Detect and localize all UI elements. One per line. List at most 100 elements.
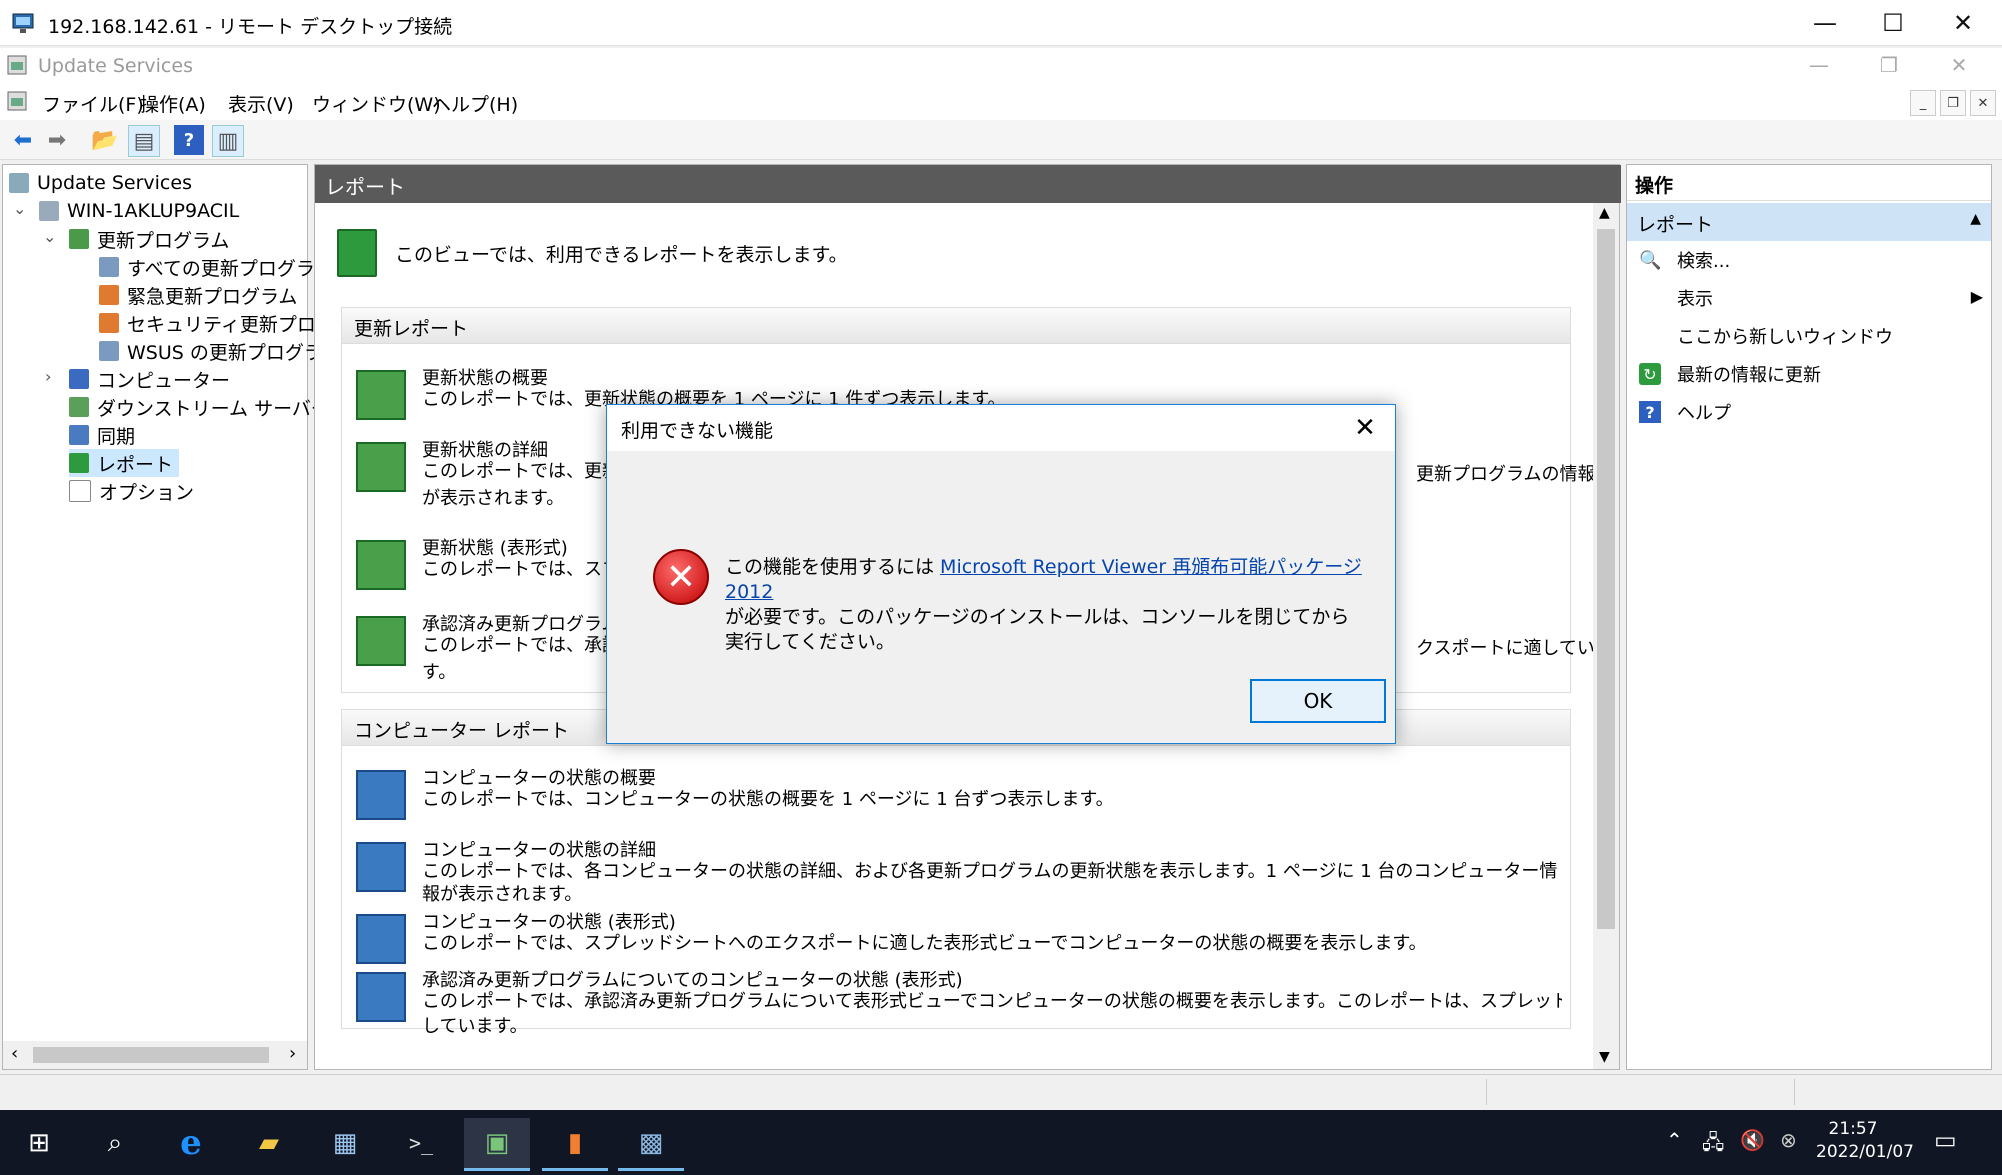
start-windows-icon[interactable]: ⊞ (6, 1118, 72, 1168)
wsus-console-icon[interactable]: ▣ (464, 1118, 530, 1171)
console-icon (7, 91, 27, 111)
child-restore-button[interactable]: ❐ (1940, 90, 1966, 116)
tree-item-options[interactable]: オプション (69, 477, 194, 505)
report-title[interactable]: 更新状態の詳細 (422, 436, 548, 462)
back-arrow-icon[interactable]: ⬅ (8, 125, 38, 155)
collapse-up-icon[interactable]: ▲ (1970, 211, 1981, 227)
status-divider (1486, 1079, 1487, 1105)
results-vertical-scrollbar[interactable]: ▲ ▼ (1593, 203, 1619, 1069)
chevron-right-icon[interactable]: › (45, 367, 51, 386)
unavailable-feature-dialog: 利用できない機能 ✕ ✕ この機能を使用するには Microsoft Repor… (606, 404, 1396, 744)
actions-group-reports[interactable]: レポート ▲ (1627, 203, 1991, 241)
scroll-left-icon[interactable]: ‹ (11, 1043, 18, 1064)
report-computer-approved-tabular[interactable]: 承認済み更新プログラムについてのコンピューターの状態 (表形式) このレポートで… (356, 966, 1566, 1037)
error-notification-icon[interactable]: ⊗ (1780, 1128, 1797, 1152)
help-icon[interactable]: ? (174, 125, 204, 155)
tree-item-update-services[interactable]: Update Services (9, 169, 192, 197)
status-divider (1794, 1079, 1795, 1105)
tree-item-all-updates[interactable]: すべての更新プログラム (99, 253, 333, 281)
tree-item-critical-updates[interactable]: 緊急更新プログラム (99, 281, 297, 309)
report-title[interactable]: コンピューターの状態の詳細 (422, 836, 656, 862)
forward-arrow-icon[interactable]: ➡ (42, 125, 72, 155)
report-description-tail: 更新プログラムの情報 (1416, 464, 1596, 485)
internet-explorer-icon[interactable]: e (158, 1118, 224, 1168)
mmc-title: Update Services (38, 55, 193, 77)
scroll-up-icon[interactable]: ▲ (1599, 205, 1610, 221)
file-explorer-icon[interactable]: ▰ (236, 1118, 302, 1168)
update-services-icon (9, 173, 29, 193)
show-hidden-icons-icon[interactable]: ⌃ (1666, 1128, 1683, 1152)
submenu-arrow-icon: ▶ (1970, 287, 1983, 306)
computers-icon (69, 369, 89, 389)
clock[interactable]: 21:57 2022/01/07 (1816, 1118, 1914, 1164)
scroll-thumb[interactable] (33, 1047, 269, 1063)
action-find[interactable]: 🔍 検索... (1627, 243, 1991, 277)
chevron-down-icon[interactable]: ⌄ (43, 227, 56, 246)
menu-file[interactable]: ファイル(F) (42, 90, 144, 117)
remote-desktop-taskbar-icon[interactable]: ▩ (618, 1118, 684, 1171)
tree-horizontal-scrollbar[interactable]: ‹ › (3, 1041, 307, 1069)
sync-icon (69, 425, 89, 445)
show-action-pane-icon[interactable]: ▥ (212, 125, 244, 157)
report-computer-detailed-status[interactable]: コンピューターの状態の詳細 このレポートでは、各コンピューターの状態の詳細、およ… (356, 836, 1566, 905)
tree-item-updates[interactable]: 更新プログラム (69, 225, 229, 253)
report-title[interactable]: 更新状態の概要 (422, 364, 548, 390)
mmc-minimize-button[interactable]: — (1790, 42, 1848, 88)
report-title[interactable]: コンピューターの状態の概要 (422, 764, 656, 790)
ok-button[interactable]: OK (1250, 679, 1386, 723)
menu-view[interactable]: 表示(V) (228, 90, 294, 117)
command-prompt-icon[interactable]: >_ (388, 1118, 454, 1168)
menu-action[interactable]: 操作(A) (140, 90, 206, 117)
tree-item-downstream-servers[interactable]: ダウンストリーム サーバー (69, 393, 330, 421)
volume-muted-icon[interactable]: 🔇 (1740, 1128, 1765, 1152)
report-title[interactable]: コンピューターの状態 (表形式) (422, 908, 676, 934)
tree-item-reports[interactable]: レポート (69, 449, 180, 477)
scroll-down-icon[interactable]: ▼ (1599, 1049, 1610, 1065)
tree-item-server[interactable]: WIN-1AKLUP9ACIL (39, 197, 239, 225)
computer-report-icon (356, 770, 406, 820)
chevron-down-icon[interactable]: ⌄ (13, 199, 26, 218)
application-icon[interactable]: ▮ (542, 1118, 608, 1171)
report-title[interactable]: 更新状態 (表形式) (422, 534, 568, 560)
report-computer-status-summary[interactable]: コンピューターの状態の概要 このレポートでは、コンピューターの状態の概要を 1 … (356, 764, 1566, 820)
report-title[interactable]: 承認済み更新プログラムについてのコンピューターの状態 (表形式) (422, 966, 963, 992)
network-icon[interactable]: 🖧 (1702, 1128, 1724, 1162)
report-computer-tabular-status[interactable]: コンピューターの状態 (表形式) このレポートでは、スプレッドシートへのエクスポ… (356, 908, 1566, 964)
child-close-button[interactable]: ✕ (1970, 90, 1996, 116)
search-icon[interactable]: ⌕ (82, 1118, 148, 1168)
action-view[interactable]: 表示 ▶ (1627, 281, 1991, 315)
report-description: このレポートでは、スプレッドシートへのエクスポートに適した表形式ビューでコンピュ… (422, 933, 1427, 954)
scroll-thumb[interactable] (1597, 229, 1615, 929)
computer-export-icon (356, 972, 406, 1022)
search-icon: 🔍 (1639, 249, 1662, 271)
menu-help[interactable]: ヘルプ(H) (432, 90, 518, 117)
action-new-window[interactable]: ここから新しいウィンドウ (1627, 319, 1991, 353)
menu-window[interactable]: ウィンドウ(W) (312, 90, 441, 117)
scroll-right-icon[interactable]: › (289, 1043, 296, 1064)
show-hide-tree-icon[interactable]: ▤ (128, 125, 160, 157)
tree-item-wsus-updates[interactable]: WSUS の更新プログラム (99, 337, 341, 365)
rdp-minimize-button[interactable]: — (1796, 0, 1854, 46)
child-minimize-button[interactable]: _ (1910, 90, 1936, 116)
report-description: このレポートでは、各コンピューターの状態の詳細、および各更新プログラムの更新状態… (422, 861, 1558, 905)
dialog-title-bar: 利用できない機能 ✕ (607, 405, 1395, 451)
up-folder-icon[interactable]: 📂 (90, 125, 120, 155)
error-icon: ✕ (653, 549, 709, 605)
reports-book-icon (337, 229, 377, 277)
server-manager-icon[interactable]: ▦ (312, 1118, 378, 1168)
reports-icon (69, 453, 89, 473)
report-title[interactable]: 承認済み更新プログラム( (422, 610, 626, 636)
action-help[interactable]: ? ヘルプ (1627, 395, 1991, 429)
rdp-close-button[interactable]: ✕ (1934, 0, 1992, 46)
tree-item-computers[interactable]: コンピューター (69, 365, 230, 393)
action-refresh[interactable]: ↻ 最新の情報に更新 (1627, 357, 1991, 391)
mmc-close-button[interactable]: ✕ (1930, 42, 1988, 88)
actions-pane: 操作 レポート ▲ 🔍 検索... 表示 ▶ ここから新しいウィンドウ ↻ 最新… (1626, 164, 1992, 1070)
report-export-icon (356, 616, 406, 666)
intro-text: このビューでは、利用できるレポートを表示します。 (395, 243, 848, 266)
tree-item-synchronizations[interactable]: 同期 (69, 421, 135, 449)
rdp-maximize-button[interactable]: ☐ (1864, 0, 1922, 46)
dialog-close-button[interactable]: ✕ (1345, 409, 1385, 447)
action-center-icon[interactable]: ▭ (1934, 1126, 1957, 1154)
mmc-restore-button[interactable]: ❐ (1860, 42, 1918, 88)
